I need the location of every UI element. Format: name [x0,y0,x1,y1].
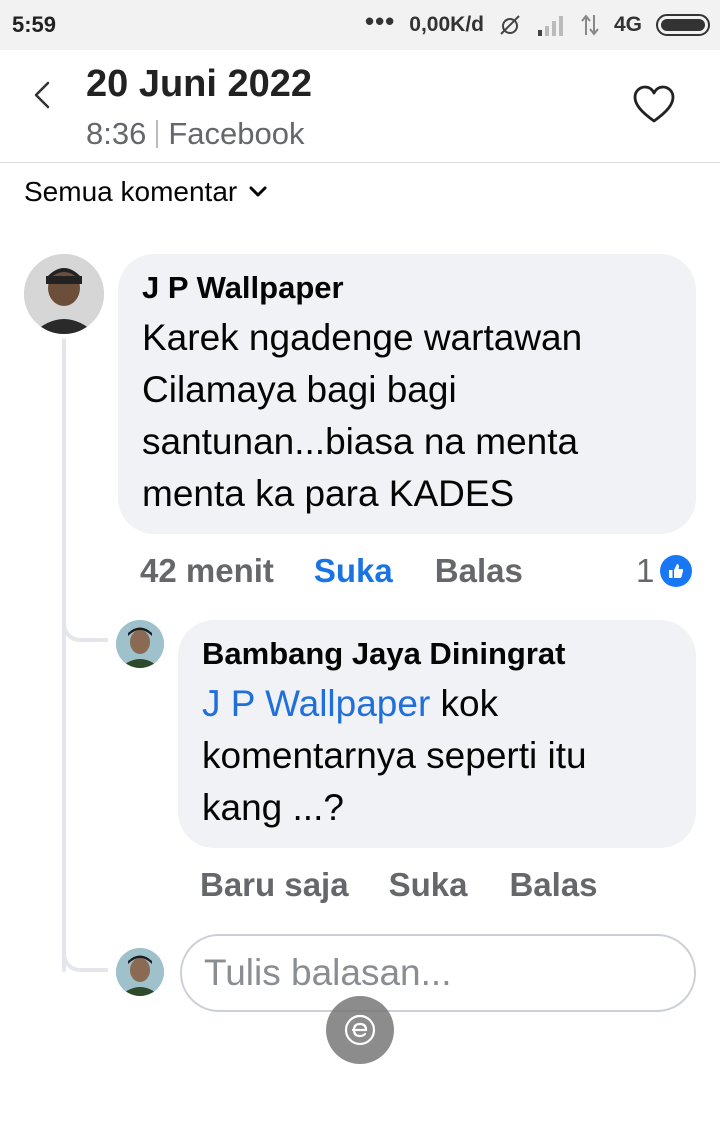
back-arrow-icon[interactable] [28,80,58,110]
more-notifications-icon: ••• [364,6,396,36]
browser-icon [344,1014,376,1046]
heart-icon[interactable] [632,84,676,124]
thread-line [62,338,66,972]
avatar[interactable] [24,254,104,334]
signal-icon [537,16,563,36]
reply-author[interactable]: Bambang Jaya Diningrat [202,636,672,672]
comment-text: Karek ngadenge wartawan Cilamaya bagi ba… [142,317,583,514]
reply-bubble: Bambang Jaya Diningrat J P Wallpaper kok… [178,620,696,848]
network-type: 4G [613,13,642,36]
reply-text: J P Wallpaper kok komentarnya seperti it… [202,678,672,834]
reply-button[interactable]: Balas [435,552,523,590]
reaction-count: 1 [636,552,655,589]
post-source: Facebook [168,116,305,151]
reaction-summary[interactable]: 1 [636,552,693,590]
floating-action-button[interactable] [326,996,394,1064]
like-button[interactable]: Suka [314,552,393,590]
status-indicators: ••• 0,00K/d 4G [364,6,710,40]
avatar [116,948,164,996]
data-transfer-icon [581,14,599,36]
comment-filter-label: Semua komentar [24,176,238,207]
comment-time: 42 menit [140,552,274,589]
post-subtitle: 8:36 Facebook [86,116,304,152]
status-time: 5:59 [12,12,57,37]
comment-bubble: J P Wallpaper Karek ngadenge wartawan Ci… [118,254,696,534]
like-button[interactable]: Suka [389,866,468,904]
network-speed: 0,00K/d [409,13,484,36]
chevron-down-icon [249,186,267,197]
avatar[interactable] [116,620,164,668]
status-bar: 5:59 ••• 0,00K/d 4G [0,0,720,50]
reply-input-placeholder: Tulis balasan... [204,952,452,993]
thread-connector [62,948,108,972]
reply-actions: Baru saja Suka Balas [200,866,598,904]
battery-icon [656,14,710,36]
reply-input[interactable]: Tulis balasan... [180,934,696,1012]
post-time: 8:36 [86,116,147,151]
comment-author[interactable]: J P Wallpaper [142,270,672,306]
reply-time: Baru saja [200,866,349,903]
reply-button[interactable]: Balas [509,866,597,904]
comment-filter-dropdown[interactable]: Semua komentar [24,176,267,208]
mention-link[interactable]: J P Wallpaper [202,683,430,724]
alarm-off-icon [500,15,520,35]
subtitle-divider [156,120,159,148]
comment-actions: 42 menit Suka Balas [140,552,523,590]
post-date-title: 20 Juni 2022 [86,63,313,105]
thread-connector [62,618,108,642]
thumbs-up-icon [660,555,693,587]
